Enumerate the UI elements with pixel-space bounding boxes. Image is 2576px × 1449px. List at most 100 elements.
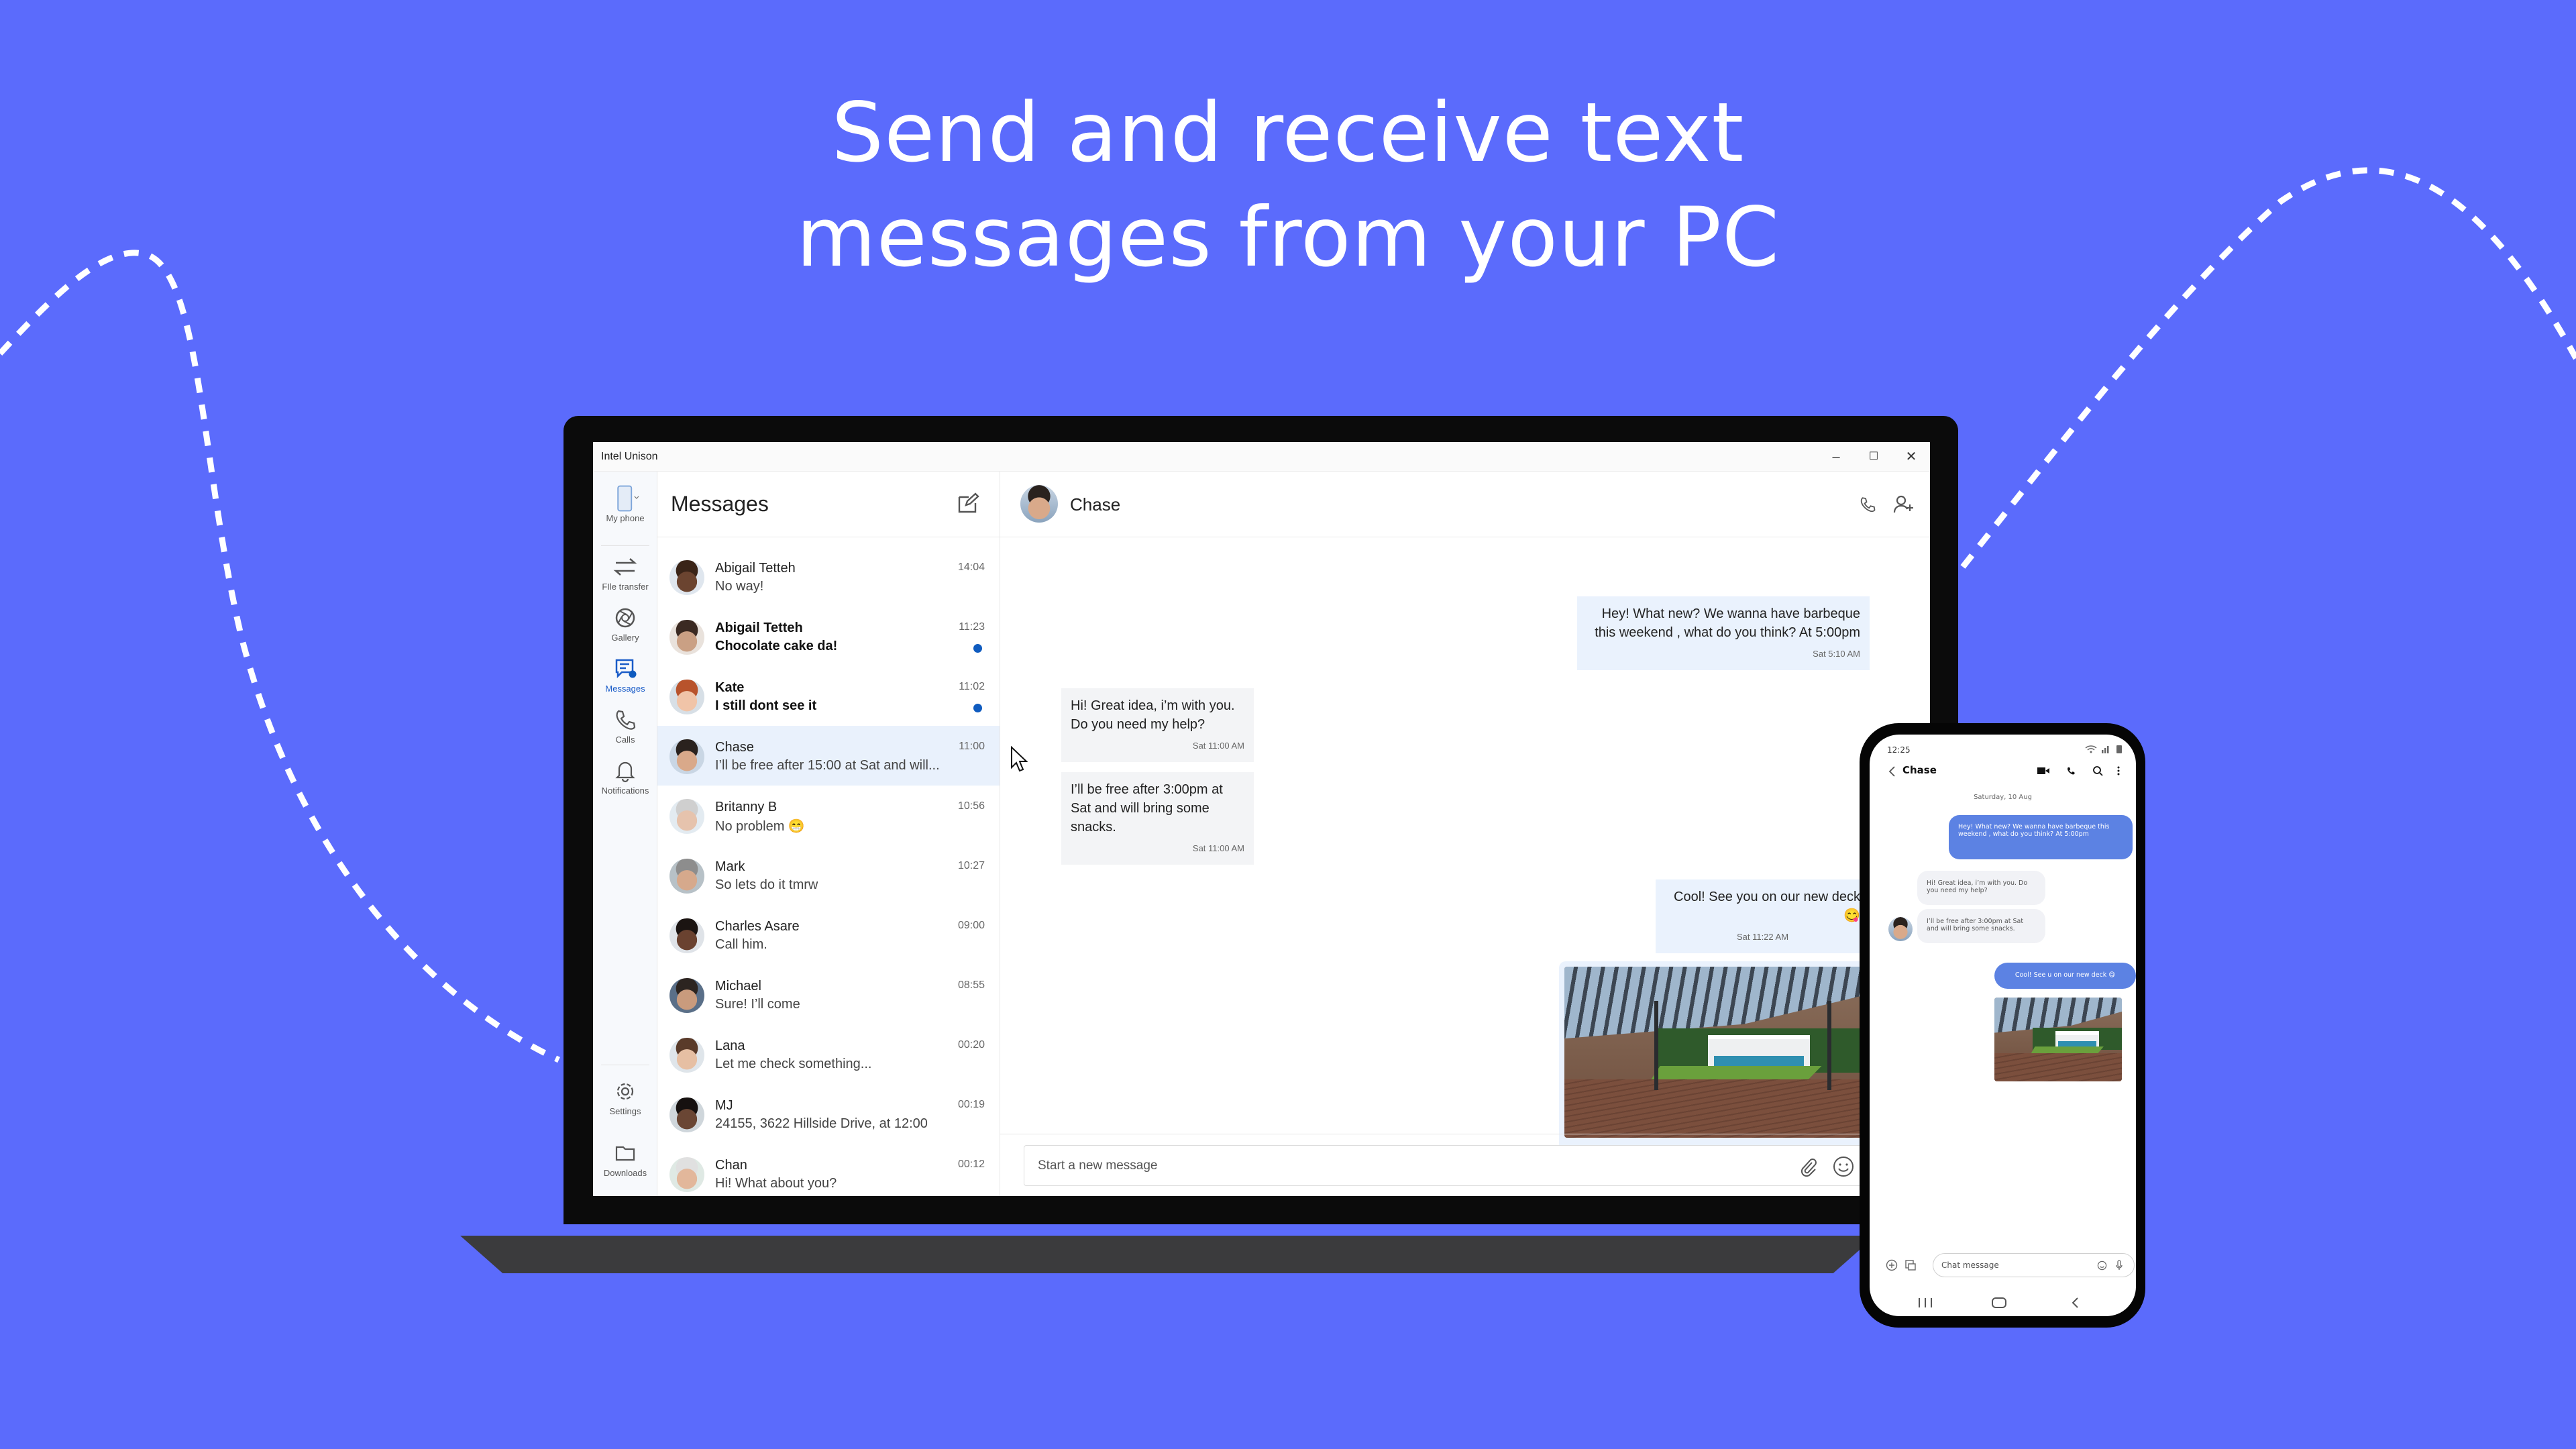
maximize-button[interactable]: ☐ (1855, 442, 1892, 472)
sidebar-item-label: Downloads (603, 1168, 647, 1178)
add-person-button[interactable] (1892, 493, 1915, 516)
compose-icon[interactable] (957, 492, 979, 515)
message-time: Sat 11:22 AM (1736, 932, 1789, 942)
conversation-name: Mark (715, 859, 745, 874)
conversation-row[interactable]: Kate I still dont see it 11:02 (657, 666, 1000, 726)
avatar (669, 739, 704, 774)
conversation-name: MJ (715, 1098, 733, 1113)
emoji-icon[interactable] (2097, 1260, 2107, 1271)
conversation-row[interactable]: Britanny B No problem 😁 10:56 (657, 786, 1000, 845)
avatar (669, 859, 704, 894)
sidebar-item-label: Calls (615, 735, 635, 745)
recent-apps-icon[interactable] (1917, 1297, 1934, 1309)
title-bar: Intel Unison – ☐ ✕ (593, 442, 1930, 472)
conversation-time: 10:27 (957, 860, 985, 871)
headline-line-2: messages from your PC (796, 190, 1780, 285)
message-input[interactable] (1024, 1146, 1864, 1185)
minimize-button[interactable]: – (1817, 442, 1855, 472)
conversation-row[interactable]: Chan Hi! What about you? 00:12 (657, 1144, 1000, 1196)
avatar (669, 799, 704, 834)
conversation-row[interactable]: Michael Sure! I’ll come 08:55 (657, 965, 1000, 1024)
aperture-icon (615, 608, 635, 628)
conversation-time: 11:00 (959, 741, 985, 752)
phone-message-sent: Cool! See u on our new deck 😋 (1994, 963, 2136, 989)
conversation-row[interactable]: Charles Asare Call him. 09:00 (657, 905, 1000, 965)
folder-icon (615, 1146, 635, 1161)
microphone-icon[interactable] (2115, 1260, 2123, 1271)
phone-contact-name: Chase (1902, 764, 1937, 776)
sidebar-item-file-transfer[interactable]: FIle transfer (593, 553, 657, 592)
conversation-preview: So lets do it tmrw (715, 877, 818, 892)
patio-deck-photo[interactable] (1564, 967, 1864, 1138)
message-input-box (1024, 1145, 1865, 1186)
message-text: I’ll be free after 3:00pm at Sat and wil… (1071, 782, 1223, 835)
add-icon[interactable] (1886, 1259, 1898, 1271)
sidebar-item-label: Messages (605, 684, 645, 694)
emoji-icon[interactable] (1832, 1155, 1855, 1178)
conversation-name: Charles Asare (715, 919, 800, 934)
conversation-preview: I still dont see it (715, 698, 817, 713)
conversation-row[interactable]: Abigail Tetteh Chocolate cake da! 11:23 (657, 606, 1000, 666)
back-icon[interactable] (1887, 765, 1896, 777)
conversation-row[interactable]: MJ 24155, 3622 Hillside Drive, at 12:00 … (657, 1084, 1000, 1144)
conversation-row[interactable]: Mark So lets do it tmrw 10:27 (657, 845, 1000, 905)
unread-dot (973, 644, 982, 653)
sidebar-item-my-phone[interactable]: My phone (593, 485, 657, 523)
search-icon[interactable] (2092, 765, 2103, 776)
sidebar-item-downloads[interactable]: Downloads (593, 1140, 657, 1178)
sidebar-item-gallery[interactable]: Gallery (593, 604, 657, 643)
conversation-name: Chan (715, 1158, 747, 1173)
conversation-row[interactable]: Chase I’ll be free after 15:00 at Sat an… (657, 726, 1000, 786)
phone-date-separator: Saturday, 10 Aug (1974, 794, 2032, 801)
status-icons (2085, 745, 2122, 753)
sidebar-item-notifications[interactable]: Notifications (593, 757, 657, 796)
phone-call-icon[interactable] (2065, 765, 2076, 776)
sidebar-divider (601, 545, 649, 546)
sidebar-item-label: Notifications (601, 786, 649, 796)
message-icon (615, 659, 637, 679)
gallery-icon[interactable] (1904, 1259, 1917, 1271)
patio-deck-photo[interactable] (1994, 998, 2122, 1081)
app-window: Intel Unison – ☐ ✕ My phone FIle transfe… (593, 442, 1930, 1196)
app-title: Intel Unison (601, 451, 658, 462)
phone-input-placeholder: Chat message (1941, 1260, 1999, 1270)
phone-message-sent: Hey! What new? We wanna have barbeque th… (1949, 815, 2133, 859)
conversation-preview: Call him. (715, 937, 767, 952)
phone-device: 12:25 Chase Saturday, 10 Aug Hey! What n… (1860, 723, 2145, 1328)
conversation-list: Messages Abigail Tetteh No way! 14:04 Ab… (657, 472, 1000, 1196)
more-options-icon[interactable] (2116, 765, 2121, 776)
close-button[interactable]: ✕ (1892, 442, 1930, 472)
phone-icon (617, 485, 639, 512)
avatar (669, 1157, 704, 1192)
list-header: Messages (657, 472, 1000, 537)
conversation-rows: Abigail Tetteh No way! 14:04 Abigail Tet… (657, 537, 1000, 1196)
sidebar-item-label: My phone (606, 513, 645, 523)
phone-chat-input[interactable]: Chat message (1933, 1253, 2135, 1277)
sidebar-item-label: Settings (609, 1106, 641, 1116)
conversation-preview: Sure! I’ll come (715, 997, 800, 1012)
conversation-name: Lana (715, 1038, 745, 1053)
call-button[interactable] (1858, 494, 1878, 515)
sidebar-item-label: FIle transfer (602, 582, 649, 592)
conversation-row[interactable]: Lana Let me check something... 00:20 (657, 1024, 1000, 1084)
avatar (669, 560, 704, 595)
conversation-time: 14:04 (957, 561, 985, 573)
avatar (669, 1097, 704, 1132)
conversation-time: 10:56 (957, 800, 985, 812)
sidebar-item-messages[interactable]: Messages (593, 655, 657, 694)
video-call-icon[interactable] (2037, 767, 2049, 775)
nav-back-icon[interactable] (2070, 1297, 2080, 1309)
unread-dot (973, 704, 982, 712)
conversation-name: Abigail Tetteh (715, 561, 796, 576)
gear-icon (616, 1083, 634, 1100)
conversation-row[interactable]: Abigail Tetteh No way! 14:04 (657, 547, 1000, 606)
home-icon[interactable] (1991, 1297, 2007, 1309)
sidebar-item-settings[interactable]: Settings (593, 1078, 657, 1116)
message-time: Sat 11:00 AM (1192, 741, 1244, 751)
sidebar-item-calls[interactable]: Calls (593, 706, 657, 745)
conversation-preview: No problem 😁 (715, 819, 805, 834)
mouse-cursor (1011, 746, 1028, 772)
attach-icon[interactable] (1799, 1157, 1817, 1177)
chat-pane: Chase Hey! What new? We wanna have barbe… (1000, 472, 1930, 1196)
message-text: Hey! What new? We wanna have barbeque th… (1595, 606, 1860, 640)
